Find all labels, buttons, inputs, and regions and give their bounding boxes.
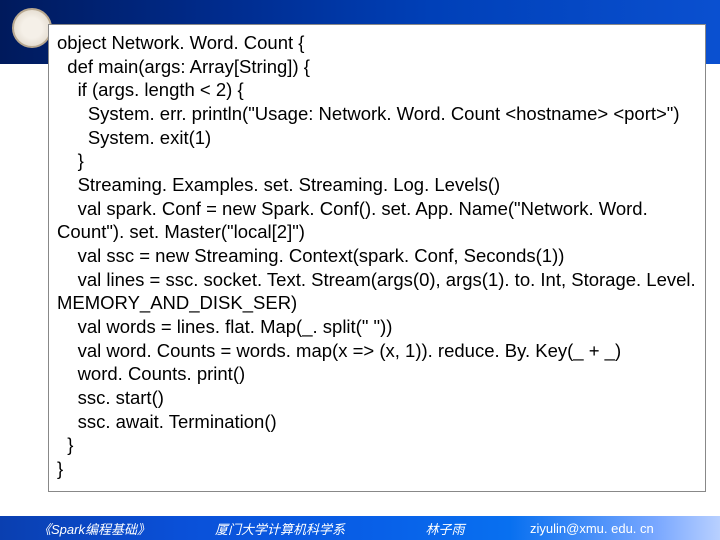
code-line: System. err. println("Usage: Network. Wo… [57,102,697,126]
code-line: val word. Counts = words. map(x => (x, 1… [57,339,697,363]
footer-author: 林子雨 [380,516,510,540]
code-block: object Network. Word. Count { def main(a… [48,24,706,492]
code-line: ssc. await. Termination() [57,410,697,434]
code-line: ssc. start() [57,386,697,410]
code-line: val lines = ssc. socket. Text. Stream(ar… [57,268,697,315]
code-line: def main(args: Array[String]) { [57,55,697,79]
slide-footer: 《Spark编程基础》 厦门大学计算机科学系 林子雨 ziyulin@xmu. … [0,516,720,540]
university-logo [12,8,52,48]
footer-email: ziyulin@xmu. edu. cn [510,516,720,540]
code-line: } [57,433,697,457]
code-line: val ssc = new Streaming. Context(spark. … [57,244,697,268]
code-line: val words = lines. flat. Map(_. split(" … [57,315,697,339]
footer-department: 厦门大学计算机科学系 [180,516,380,540]
code-line: System. exit(1) [57,126,697,150]
footer-book-title: 《Spark编程基础》 [0,516,180,540]
code-line: } [57,149,697,173]
code-line: } [57,457,697,481]
code-line: if (args. length < 2) { [57,78,697,102]
code-line: word. Counts. print() [57,362,697,386]
code-line: object Network. Word. Count { [57,31,697,55]
code-line: val spark. Conf = new Spark. Conf(). set… [57,197,697,244]
code-line: Streaming. Examples. set. Streaming. Log… [57,173,697,197]
